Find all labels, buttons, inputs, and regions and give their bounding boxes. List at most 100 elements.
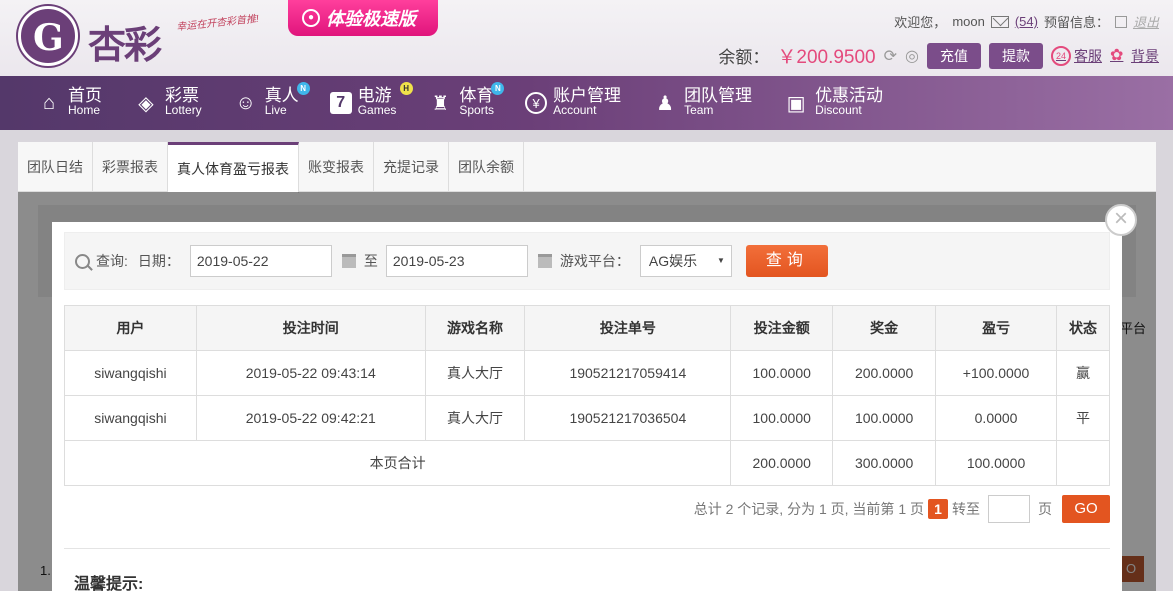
mail-icon[interactable] [990,15,1009,28]
logo[interactable]: G [18,6,78,66]
cell-status: 平 [1056,395,1110,441]
ticket-icon: ◈ [138,92,154,115]
nav-item-live[interactable]: ☺ 真人 Live N [233,76,310,130]
col-header-bet-time: 投注时间 [195,305,426,351]
hide-balance-icon[interactable]: ◎ [905,46,919,66]
cell-user: siwangqishi [64,395,197,441]
divider [64,548,1110,549]
tab-lottery-report[interactable]: 彩票报表 [93,142,168,192]
mail-count-link[interactable]: (54) [1015,14,1038,29]
tab-account-change[interactable]: 账变报表 [299,142,374,192]
users-icon: ♟ [656,92,675,115]
platform-select[interactable]: AG娱乐 [639,245,732,277]
cell-bet-time: 2019-05-22 09:43:14 [195,350,426,396]
header: G 杏彩 幸运在开杏彩首推! ● 体验极速版 欢迎您， moon (54) 预留信… [0,0,1173,76]
gift-icon: ▣ [786,92,806,115]
hot-badge: H [399,82,413,95]
logo-icon: G [33,17,64,59]
speed-version-button[interactable]: ● 体验极速版 [288,0,438,36]
brand-slogan: 幸运在开杏彩首推! [175,13,260,34]
customer-service-link[interactable]: 24 客服 [1051,45,1102,66]
palette-icon: ✿ [1110,46,1124,64]
col-header-status: 状态 [1056,305,1110,351]
date-to-label: 至 [363,253,378,269]
summary-bet-amount: 200.0000 [730,440,834,486]
yen-coin-icon: ¥ [525,92,548,114]
pagination: 总计 2 个记录, 分为 1 页, 当前第 1 页 1 转至 页 GO [694,495,1110,523]
goto-page-input[interactable] [988,495,1030,523]
query-button[interactable]: 查询 [745,245,828,277]
calendar-icon[interactable] [537,254,552,268]
tab-team-balance[interactable]: 团队余额 [449,142,524,192]
query-bar: 查询: 日期： 2019-05-22 至 2019-05-23 游戏平台： AG… [64,232,1110,290]
trophy-icon: ♜ [431,92,450,115]
new-badge: N [296,82,310,95]
nav-item-games[interactable]: 7 电游 Games H [329,76,413,130]
go-button[interactable]: GO [1062,495,1110,523]
recharge-button[interactable]: 充值 [927,42,981,69]
summary-profit: 100.0000 [935,440,1058,486]
home-icon: ⌂ [42,91,56,114]
nav-item-lottery[interactable]: ◈ 彩票 Lottery [133,76,201,130]
cell-bet-amount: 100.0000 [730,395,834,441]
nav-item-discount[interactable]: ▣ 优惠活动 Discount [783,76,883,130]
table-row: siwangqishi 2019-05-22 09:43:14 真人大厅 190… [64,350,1110,396]
tab-deposit-withdraw[interactable]: 充提记录 [374,142,449,192]
page-suffix: 页 [1038,501,1052,517]
withdraw-button[interactable]: 提款 [989,42,1043,69]
cell-status: 赢 [1056,350,1110,396]
refresh-icon[interactable]: ⟳ [884,46,897,66]
cell-profit: +100.0000 [935,350,1058,396]
col-header-profit: 盈亏 [935,305,1058,351]
cell-bet-amount: 100.0000 [730,350,834,396]
cell-profit: 0.0000 [935,395,1058,441]
col-header-bonus: 奖金 [832,305,937,351]
goto-label: 转至 [952,501,980,517]
summary-bonus: 300.0000 [832,440,937,486]
balance-amount: ￥200.9500 [777,47,876,68]
notice-label: 预留信息： [1043,15,1109,30]
cell-game-name: 真人大厅 [424,350,526,396]
tab-team-daily[interactable]: 团队日结 [18,142,93,192]
cell-bonus: 100.0000 [832,395,937,441]
summary-row: 本页合计 200.0000 300.0000 100.0000 [63,440,1110,486]
brand-name: 杏彩 [88,22,162,67]
date-from-input[interactable]: 2019-05-22 [189,245,332,277]
report-tabs: 团队日结 彩票报表 真人体育盈亏报表 账变报表 充提记录 团队余额 [18,142,1156,193]
col-header-user: 用户 [64,305,197,351]
welcome-text: 欢迎您， [894,15,947,30]
col-header-bet-amount: 投注金额 [730,305,834,351]
summary-status [1056,440,1110,486]
current-page[interactable]: 1 [928,499,948,519]
tab-live-sports-report[interactable]: 真人体育盈亏报表 [168,142,299,193]
pager-summary: 总计 2 个记录, 分为 1 页, 当前第 1 页 [693,501,924,517]
cell-bet-time: 2019-05-22 09:42:21 [195,395,426,441]
main-nav: ⌂ 首页 Home ◈ 彩票 Lottery ☺ 真人 Live N 7 电游 Game… [0,76,1173,130]
tips-title: 温馨提示: [74,576,144,591]
nav-item-team[interactable]: ♟ 团队管理 Team [652,76,752,130]
calendar-icon[interactable] [341,254,356,268]
date-to-input[interactable]: 2019-05-23 [385,245,528,277]
cell-bonus: 200.0000 [832,350,937,396]
nav-item-account[interactable]: ¥ 账户管理 Account [525,76,621,130]
speed-icon: ● [302,9,320,27]
col-header-bet-id: 投注单号 [524,305,732,351]
table-row: siwangqishi 2019-05-22 09:42:21 真人大厅 190… [64,395,1110,441]
dealer-icon: ☺ [235,91,256,114]
slot-seven-icon: 7 [329,92,352,114]
summary-label: 本页合计 [63,440,732,486]
cell-bet-id: 190521217059414 [524,350,732,396]
new-badge: N [491,82,505,95]
nav-item-sports[interactable]: ♜ 体育 Sports N [427,76,505,130]
platform-label: 游戏平台： [559,253,630,269]
nav-item-home[interactable]: ⌂ 首页 Home [36,76,102,130]
bet-records-table: 用户 投注时间 游戏名称 投注单号 投注金额 奖金 盈亏 状态 siwangqi… [63,305,1110,486]
close-modal-button[interactable]: × [1105,204,1137,236]
cell-user: siwangqishi [64,350,197,396]
logout-link[interactable]: 退出 [1133,12,1159,31]
background-link[interactable]: ✿ 背景 [1110,46,1159,66]
edit-icon[interactable] [1114,15,1127,28]
balance-label: 余额： [718,48,770,67]
cell-bet-id: 190521217036504 [524,395,732,441]
bet-detail-modal: 查询: 日期： 2019-05-22 至 2019-05-23 游戏平台： AG… [52,222,1122,591]
